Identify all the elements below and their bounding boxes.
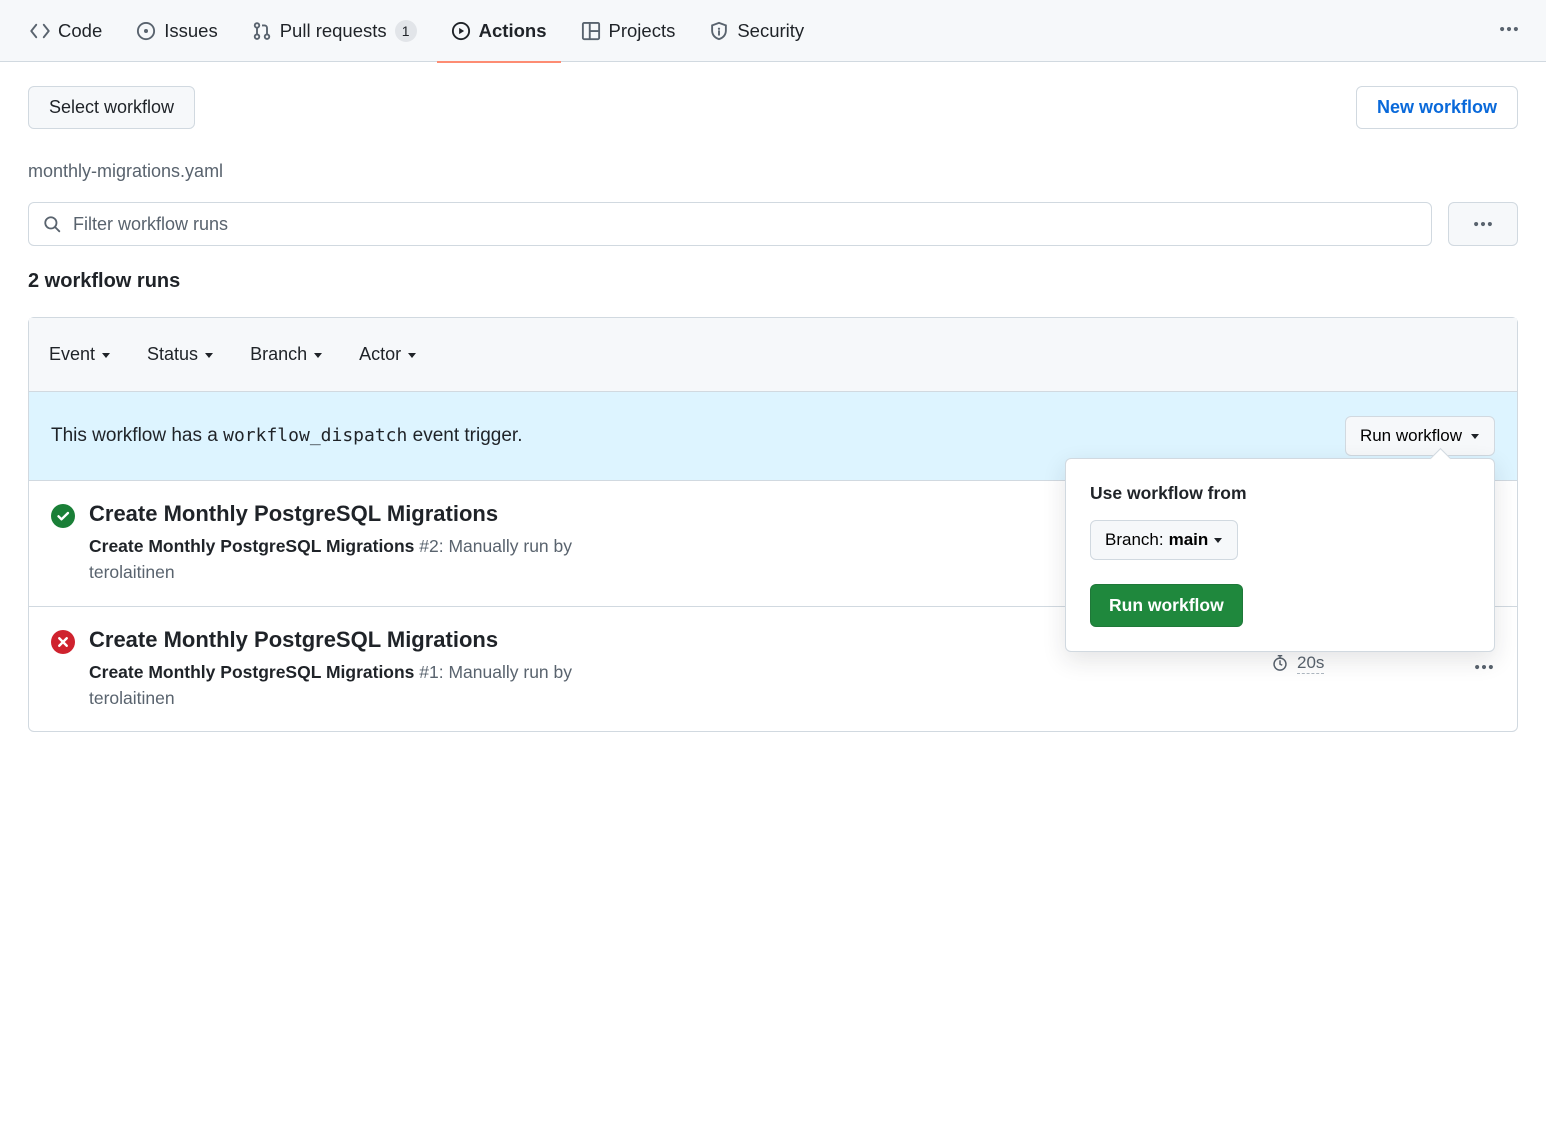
tab-issues[interactable]: Issues: [122, 0, 231, 62]
workflow-dispatch-banner: This workflow has a workflow_dispatch ev…: [29, 392, 1517, 481]
kebab-icon: [1472, 213, 1494, 235]
pull-request-icon: [252, 21, 272, 41]
filter-status[interactable]: Status: [147, 344, 214, 365]
run-workflow-name: Create Monthly PostgreSQL Migrations: [89, 536, 414, 556]
branch-value: main: [1169, 530, 1209, 550]
play-circle-icon: [451, 21, 471, 41]
workflow-file-name: monthly-migrations.yaml: [28, 161, 1518, 182]
dispatch-text-prefix: This workflow has a: [51, 425, 223, 446]
run-workflow-name: Create Monthly PostgreSQL Migrations: [89, 662, 414, 682]
tab-code[interactable]: Code: [16, 0, 116, 62]
tabs-overflow-menu[interactable]: [1488, 18, 1530, 43]
tab-actions[interactable]: Actions: [437, 0, 561, 62]
status-failure-icon: [51, 630, 75, 654]
new-workflow-button[interactable]: New workflow: [1356, 86, 1518, 129]
button-label: Run workflow: [1360, 426, 1462, 446]
run-workflow-submit[interactable]: Run workflow: [1090, 584, 1243, 627]
button-label: Select workflow: [49, 97, 174, 118]
caret-down-icon: [313, 350, 323, 360]
tab-pull-requests[interactable]: Pull requests 1: [238, 0, 431, 62]
run-workflow-popover: Use workflow from Branch: main Run workf…: [1065, 458, 1495, 652]
button-label: Run workflow: [1109, 595, 1224, 615]
filter-input[interactable]: [71, 213, 1417, 236]
shield-icon: [709, 21, 729, 41]
project-icon: [581, 21, 601, 41]
dispatch-code: workflow_dispatch: [223, 425, 407, 446]
filter-row: [28, 202, 1518, 246]
stopwatch-icon: [1271, 654, 1289, 672]
select-workflow-button[interactable]: Select workflow: [28, 86, 195, 129]
filter-event[interactable]: Event: [49, 344, 111, 365]
filter-label: Status: [147, 344, 198, 365]
caret-down-icon: [1213, 535, 1223, 545]
filter-input-wrap[interactable]: [28, 202, 1432, 246]
pr-count-badge: 1: [395, 20, 417, 42]
tab-label: Code: [58, 20, 102, 42]
run-title[interactable]: Create Monthly PostgreSQL Migrations: [89, 501, 589, 527]
kebab-icon: [1473, 656, 1495, 678]
run-subtitle: Create Monthly PostgreSQL Migrations #1:…: [89, 659, 589, 712]
run-duration: 20s: [1297, 653, 1324, 674]
tab-label: Actions: [479, 20, 547, 42]
run-main: Create Monthly PostgreSQL Migrations Cre…: [89, 501, 589, 586]
tab-security[interactable]: Security: [695, 0, 818, 62]
caret-down-icon: [101, 350, 111, 360]
main-container: Select workflow New workflow monthly-mig…: [0, 62, 1546, 756]
popover-heading: Use workflow from: [1090, 483, 1470, 504]
run-workflow-dropdown[interactable]: Run workflow: [1345, 416, 1495, 456]
kebab-icon: [1498, 18, 1520, 40]
dispatch-text-suffix: event trigger.: [413, 425, 523, 446]
filter-more-button[interactable]: [1448, 202, 1518, 246]
run-subtitle: Create Monthly PostgreSQL Migrations #2:…: [89, 533, 589, 586]
tab-projects[interactable]: Projects: [567, 0, 690, 62]
filter-label: Event: [49, 344, 95, 365]
tab-label: Security: [737, 20, 804, 42]
runs-filter-header: Event Status Branch Actor: [29, 318, 1517, 392]
run-duration-row: 20s: [1271, 653, 1324, 674]
caret-down-icon: [407, 350, 417, 360]
filter-label: Branch: [250, 344, 307, 365]
tab-label: Pull requests: [280, 20, 387, 42]
filter-actor[interactable]: Actor: [359, 344, 417, 365]
run-item-menu[interactable]: [1465, 656, 1495, 681]
dispatch-text: This workflow has a workflow_dispatch ev…: [51, 425, 522, 447]
branch-label: Branch:: [1105, 530, 1164, 550]
caret-down-icon: [1470, 431, 1480, 441]
filter-branch[interactable]: Branch: [250, 344, 323, 365]
caret-down-icon: [204, 350, 214, 360]
tab-label: Projects: [609, 20, 676, 42]
button-label: New workflow: [1377, 97, 1497, 118]
status-success-icon: [51, 504, 75, 528]
runs-box: Event Status Branch Actor This workflow …: [28, 317, 1518, 732]
code-icon: [30, 21, 50, 41]
search-icon: [43, 215, 61, 233]
workflow-toolbar: Select workflow New workflow: [28, 86, 1518, 129]
branch-select-button[interactable]: Branch: main: [1090, 520, 1238, 560]
run-title[interactable]: Create Monthly PostgreSQL Migrations: [89, 627, 589, 653]
repo-nav: Code Issues Pull requests 1 Actions Proj…: [0, 0, 1546, 62]
filter-label: Actor: [359, 344, 401, 365]
run-main: Create Monthly PostgreSQL Migrations Cre…: [89, 627, 589, 712]
runs-count-label: 2 workflow runs: [28, 270, 1518, 293]
issue-icon: [136, 21, 156, 41]
tab-label: Issues: [164, 20, 217, 42]
